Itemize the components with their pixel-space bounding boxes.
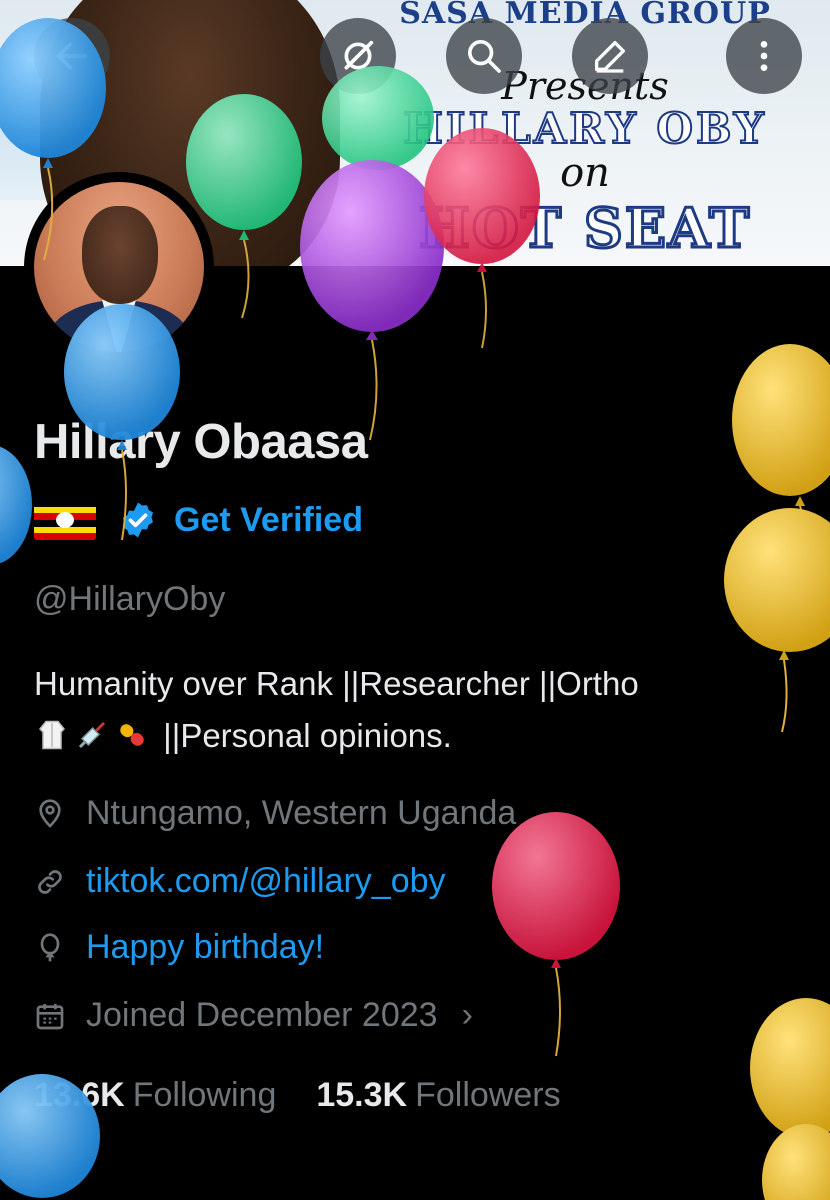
balloon-blue-left-edge bbox=[0, 446, 32, 564]
bio-line-2-row: ||Personal opinions. bbox=[34, 710, 794, 762]
following-label: Following bbox=[132, 1076, 277, 1114]
back-button[interactable] bbox=[34, 18, 110, 94]
avatar-image bbox=[34, 182, 204, 352]
birthday-text: Happy birthday! bbox=[86, 928, 325, 966]
grok-button[interactable] bbox=[320, 18, 396, 94]
followers-count: 15.3K bbox=[316, 1076, 408, 1114]
pencil-icon bbox=[595, 41, 625, 73]
profile-bio: Humanity over Rank ||Researcher ||Ortho … bbox=[34, 658, 794, 762]
followers-stat[interactable]: 15.3K Followers bbox=[316, 1076, 560, 1115]
calendar-icon bbox=[36, 1003, 64, 1029]
syringe-emoji bbox=[78, 721, 106, 749]
edit-button[interactable] bbox=[572, 18, 648, 94]
profile-handle: @HillaryOby bbox=[34, 580, 226, 618]
arrow-left-icon bbox=[56, 42, 88, 70]
more-options-button[interactable] bbox=[726, 18, 802, 94]
chevron-right-icon: › bbox=[461, 996, 473, 1034]
profile-name: Hillary Obaasa bbox=[34, 415, 368, 469]
location-text: Ntungamo, Western Uganda bbox=[86, 794, 517, 832]
banner-line-name: HILLARY OBY bbox=[402, 103, 767, 154]
bio-line-2-text: ||Personal opinions. bbox=[163, 717, 452, 754]
location-pin-icon bbox=[39, 798, 61, 828]
get-verified-link[interactable]: Get Verified bbox=[174, 501, 363, 540]
joined-text: Joined December 2023 bbox=[86, 996, 438, 1034]
avatar-face bbox=[82, 206, 158, 304]
joined-row[interactable]: Joined December 2023 › bbox=[34, 996, 473, 1035]
search-button[interactable] bbox=[446, 18, 522, 94]
following-count: 13.6K bbox=[34, 1076, 125, 1114]
balloon-icon bbox=[40, 932, 60, 961]
verified-badge-icon[interactable] bbox=[118, 500, 158, 540]
location-row: Ntungamo, Western Uganda bbox=[34, 794, 516, 833]
website-link[interactable]: tiktok.com/@hillary_oby bbox=[86, 862, 446, 901]
bio-line-1: Humanity over Rank ||Researcher ||Ortho bbox=[34, 665, 639, 702]
link-icon bbox=[38, 869, 62, 894]
birthday-row: Happy birthday! bbox=[34, 928, 324, 967]
followers-label: Followers bbox=[415, 1076, 561, 1114]
balloon-gold-bottom-right bbox=[750, 998, 830, 1200]
website-row: tiktok.com/@hillary_oby bbox=[34, 862, 446, 901]
avatar[interactable] bbox=[24, 172, 214, 362]
balloon-gold-right-1 bbox=[732, 344, 830, 581]
banner-line-hot-seat: HOT SEAT bbox=[417, 195, 752, 262]
more-vertical-icon bbox=[760, 41, 768, 71]
lab-coat-emoji bbox=[38, 720, 66, 750]
search-icon bbox=[468, 40, 501, 73]
balloon-red-bottom bbox=[492, 812, 620, 1057]
following-stat[interactable]: 13.6K Following bbox=[34, 1076, 276, 1115]
uganda-flag-icon bbox=[34, 500, 96, 540]
verification-row: Get Verified bbox=[34, 498, 363, 542]
pill-emoji bbox=[120, 724, 144, 746]
follow-stats: 13.6K Following 15.3K Followers bbox=[34, 1076, 561, 1115]
grok-icon bbox=[344, 40, 374, 70]
banner-line-on: on bbox=[560, 150, 610, 196]
